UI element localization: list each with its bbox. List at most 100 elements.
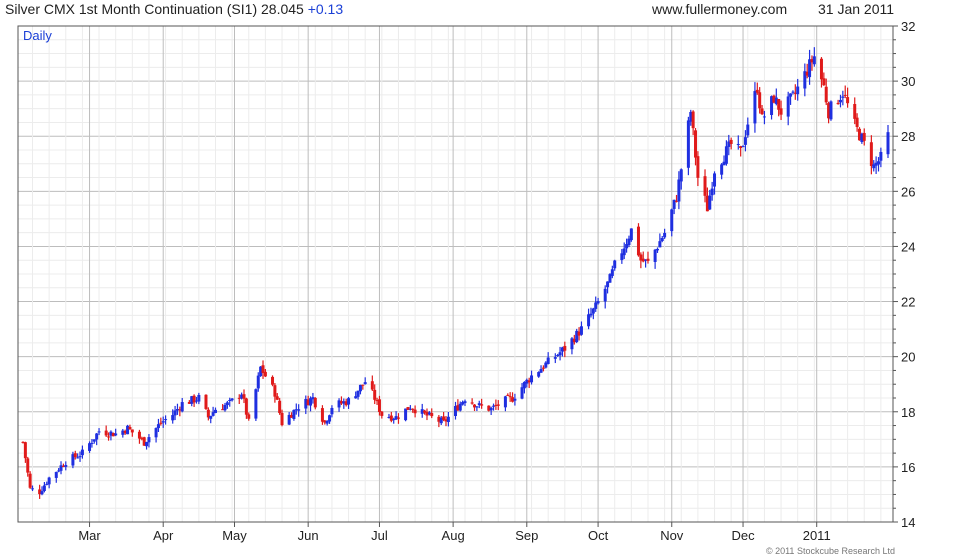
ohlc-body — [380, 411, 384, 416]
y-tick-label: 22 — [901, 295, 915, 310]
ohlc-body — [130, 429, 134, 433]
chart-grid — [18, 25, 893, 523]
ohlc-bar — [786, 91, 790, 126]
ohlc-bar — [95, 432, 99, 446]
ohlc-body — [558, 352, 562, 356]
ohlc-body — [838, 99, 842, 103]
ohlc-body — [159, 422, 163, 424]
ohlc-bar — [587, 308, 591, 330]
ohlc-bar — [553, 353, 557, 364]
ohlc-bar — [297, 404, 301, 417]
y-tick-label: 24 — [901, 239, 915, 254]
ohlc-body — [724, 146, 728, 164]
ohlc-bar — [846, 87, 850, 108]
ohlc-body — [587, 314, 591, 327]
ohlc-bar — [180, 397, 184, 413]
ohlc-bar — [380, 411, 384, 419]
x-tick-label: Jul — [371, 528, 388, 543]
ohlc-body — [90, 442, 94, 444]
ohlc-bar — [575, 328, 579, 344]
ohlc-bar — [812, 47, 816, 67]
ohlc-bar — [292, 409, 296, 421]
ohlc-body — [73, 453, 77, 458]
ohlc-body — [846, 97, 850, 104]
ohlc-body — [204, 394, 208, 409]
x-tick-label: 2011 — [803, 528, 831, 543]
ohlc-body — [539, 369, 543, 373]
ohlc-body — [156, 424, 160, 429]
ohlc-body — [361, 384, 365, 386]
ohlc-bar — [874, 156, 878, 174]
ohlc-body — [247, 414, 251, 419]
ohlc-body — [396, 417, 400, 419]
x-tick-label: Nov — [660, 528, 684, 543]
ohlc-bar — [729, 137, 733, 150]
ohlc-body — [879, 151, 883, 161]
ohlc-body — [829, 101, 833, 120]
ohlc-body — [275, 396, 279, 400]
ohlc-body — [313, 397, 317, 408]
ohlc-body — [508, 396, 512, 398]
ohlc-body — [594, 302, 598, 309]
ohlc-bar — [663, 228, 667, 239]
ohlc-bar — [271, 375, 275, 387]
ohlc-body — [603, 288, 607, 302]
ohlc-body — [480, 404, 484, 406]
y-tick-label: 30 — [901, 74, 915, 89]
ohlc-body — [546, 357, 550, 364]
ohlc-body — [154, 428, 158, 438]
ohlc-bar — [720, 163, 724, 180]
ohlc-body — [708, 195, 712, 210]
ohlc-bar — [653, 248, 657, 269]
ohlc-bar — [646, 251, 650, 264]
ohlc-body — [164, 419, 168, 421]
ohlc-bar — [389, 411, 393, 423]
y-tick-label: 18 — [901, 405, 915, 420]
ohlc-body — [686, 120, 690, 168]
ohlc-bar — [209, 415, 213, 424]
ohlc-body — [862, 132, 866, 141]
ohlc-bar — [213, 407, 217, 414]
ohlc-bar — [114, 428, 118, 437]
ohlc-body — [670, 209, 674, 232]
ohlc-bar — [686, 116, 690, 176]
ohlc-body — [256, 375, 260, 389]
x-tick-label: Jun — [298, 528, 319, 543]
ohlc-bar — [28, 471, 32, 489]
ohlc-body — [114, 433, 118, 436]
ohlc-bar — [254, 388, 258, 421]
ohlc-body — [791, 91, 795, 93]
ohlc-body — [271, 376, 275, 385]
ohlc-bar — [506, 393, 510, 396]
ohlc-body — [197, 394, 201, 402]
ohlc-body — [841, 96, 845, 98]
x-tick-label: Mar — [78, 528, 101, 543]
ohlc-body — [755, 89, 759, 93]
ohlc-body — [777, 99, 781, 110]
ohlc-body — [42, 485, 46, 491]
ohlc-bar — [130, 429, 134, 437]
ohlc-body — [54, 471, 58, 478]
ohlc-body — [373, 389, 377, 400]
ohlc-bar — [746, 117, 750, 138]
ohlc-bar — [475, 405, 479, 412]
y-tick-label: 20 — [901, 350, 915, 365]
ohlc-chart: 14 16 18 20 22 24 26 28 30 32 Mar Apr May Jun Jul Aug S… — [17, 19, 915, 556]
ohlc-bar — [603, 285, 607, 309]
ohlc-bar — [829, 100, 833, 121]
ohlc-body — [244, 398, 248, 415]
ohlc-body — [292, 409, 296, 419]
ohlc-body — [886, 132, 890, 155]
ohlc-bar — [629, 228, 633, 242]
ohlc-body — [853, 103, 857, 119]
ohlc-body — [180, 402, 184, 412]
ohlc-body — [40, 491, 44, 495]
ohlc-bar — [739, 145, 743, 157]
ohlc-body — [363, 382, 367, 385]
ohlc-bar — [313, 397, 317, 410]
ohlc-body — [824, 86, 828, 103]
ohlc-body — [26, 458, 30, 473]
ohlc-body — [377, 399, 381, 412]
ohlc-body — [779, 108, 783, 115]
ohlc-bar — [404, 408, 408, 422]
